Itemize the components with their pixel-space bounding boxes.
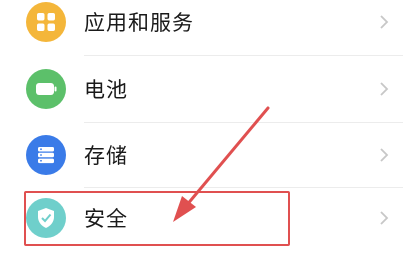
chevron-right-icon bbox=[380, 15, 389, 29]
settings-item-label: 电池 bbox=[84, 78, 128, 102]
settings-item-battery[interactable]: 电池 bbox=[0, 56, 403, 122]
chevron-right-icon bbox=[380, 148, 389, 162]
battery-icon bbox=[26, 69, 66, 109]
chevron-right-icon bbox=[380, 82, 389, 96]
highlight-box bbox=[24, 191, 290, 246]
storage-icon bbox=[26, 135, 66, 175]
settings-item-storage[interactable]: 存储 bbox=[0, 122, 403, 188]
settings-item-label: 应用和服务 bbox=[84, 11, 194, 35]
chevron-right-icon bbox=[380, 211, 389, 225]
settings-item-label: 存储 bbox=[84, 144, 128, 168]
settings-item-apps-services[interactable]: 应用和服务 bbox=[0, 0, 403, 55]
apps-grid-icon bbox=[26, 2, 66, 42]
